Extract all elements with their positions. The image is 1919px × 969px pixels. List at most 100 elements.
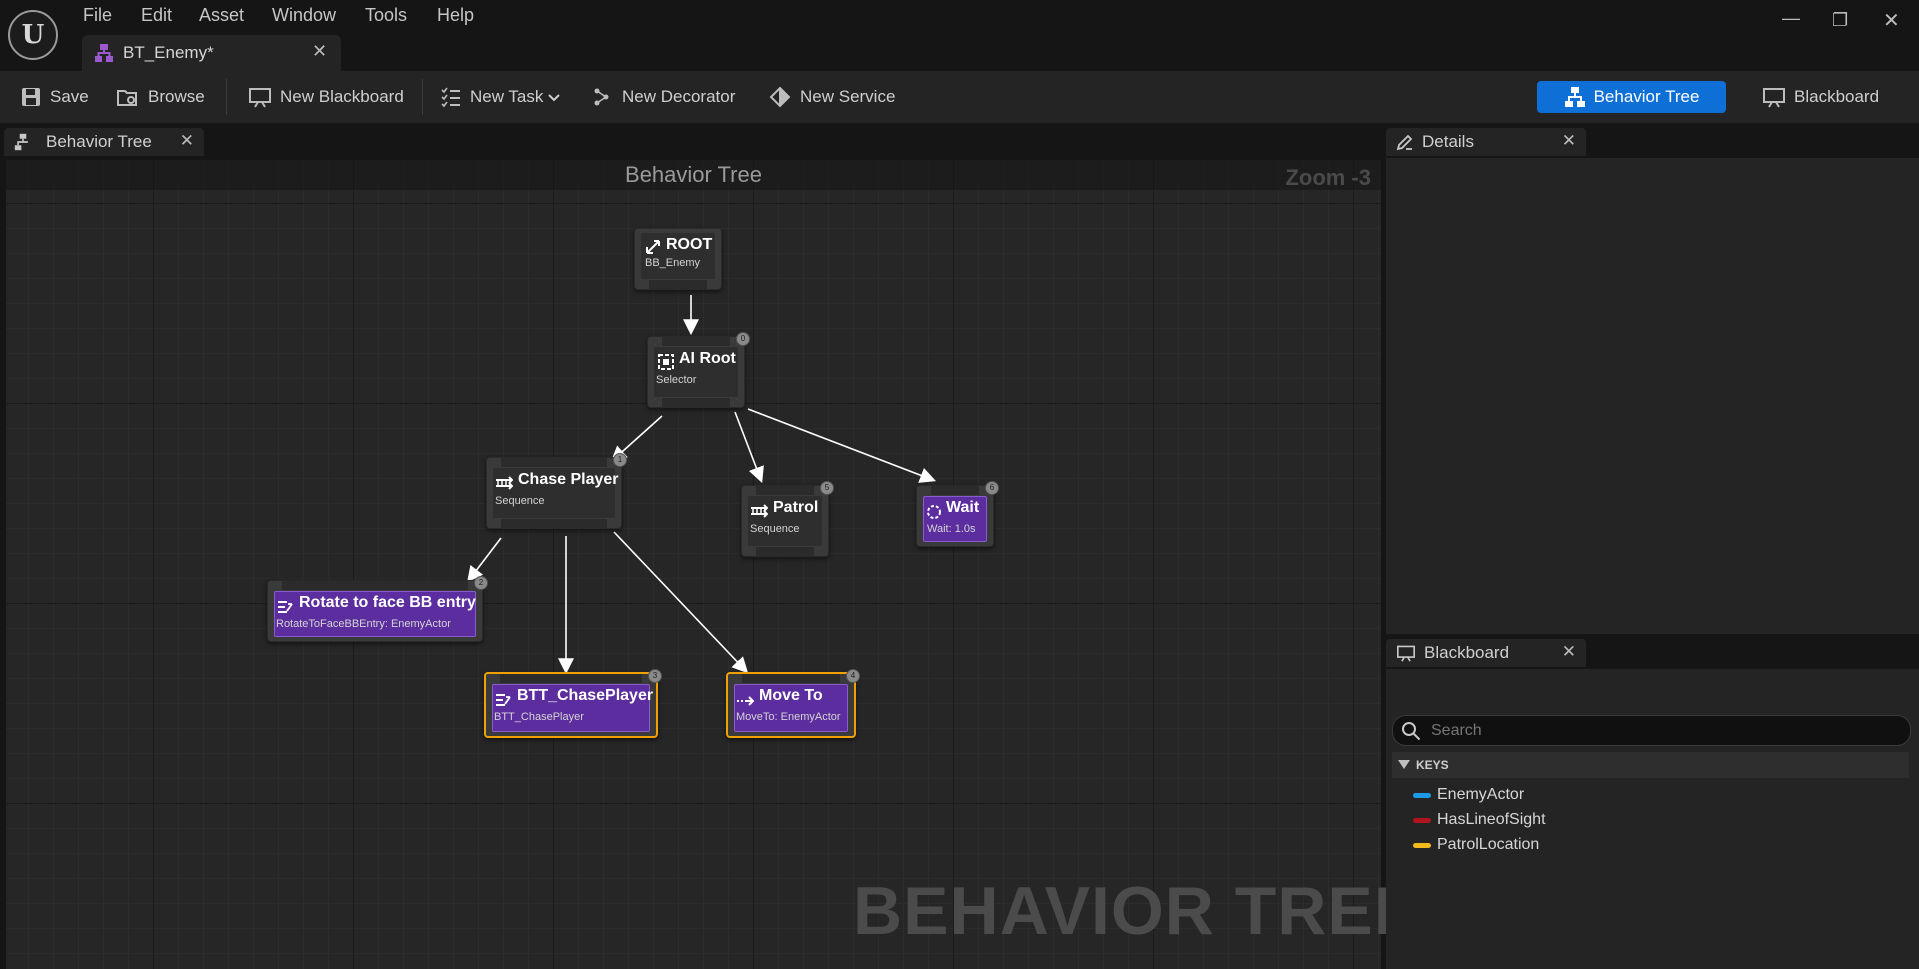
execution-index-badge: 0 — [736, 332, 750, 346]
restore-icon[interactable]: ❐ — [1832, 10, 1848, 31]
node-title: Rotate to face BB entry — [299, 594, 476, 611]
close-icon[interactable]: ✕ — [312, 41, 327, 62]
blackboard-key-row[interactable]: EnemyActor — [1413, 786, 1524, 804]
minimize-icon[interactable]: — — [1782, 8, 1800, 29]
blackboard-panel-tab[interactable]: Blackboard ✕ — [1386, 639, 1586, 667]
new-service-label: New Service — [800, 87, 896, 106]
connection-airoot-wait — [747, 408, 936, 483]
blackboard-search-input[interactable] — [1429, 720, 1873, 741]
search-icon — [1402, 721, 1421, 740]
node-subtitle: MoveTo: EnemyActor — [736, 711, 841, 723]
new-decorator-label: New Decorator — [622, 87, 736, 106]
task-list-icon — [441, 87, 460, 108]
close-icon[interactable]: ✕ — [1562, 131, 1576, 151]
wait-icon — [927, 505, 941, 519]
key-name: PatrolLocation — [1437, 836, 1540, 853]
blackboard-mode-button[interactable]: Blackboard — [1762, 81, 1879, 113]
task-icon — [496, 694, 511, 706]
new-task-button[interactable]: New Task — [440, 71, 569, 123]
menu-window[interactable]: Window — [272, 4, 336, 26]
execution-index-badge: 6 — [985, 481, 999, 495]
chase-player-node[interactable]: Chase Player Sequence 1 — [486, 453, 627, 529]
node-subtitle: RotateToFaceBBEntry: EnemyActor — [276, 618, 451, 630]
details-panel — [1386, 158, 1919, 634]
node-title: Patrol — [773, 499, 819, 516]
behavior-tree-graph[interactable]: ROOT BB_Enemy AI Root Selector 0 Chase P… — [6, 160, 1381, 969]
behavior-tree-asset-icon — [95, 44, 113, 62]
graph-header: Behavior Tree Zoom -3 — [6, 160, 1381, 190]
menu-asset[interactable]: Asset — [199, 4, 244, 26]
toolbar-divider — [422, 79, 423, 115]
graph-panel-tab-label: Behavior Tree — [46, 132, 152, 151]
service-icon — [769, 86, 791, 108]
connection-chase-rotate — [467, 537, 502, 583]
ai-root-node[interactable]: AI Root Selector 0 — [647, 332, 750, 408]
close-icon[interactable]: ✕ — [1562, 642, 1576, 662]
chevron-down-icon — [548, 94, 561, 102]
window-close-icon[interactable]: ✕ — [1883, 8, 1900, 33]
blackboard-icon — [249, 88, 271, 108]
new-blackboard-label: New Blackboard — [280, 87, 404, 106]
new-task-label: New Task — [470, 87, 544, 106]
unreal-logo-icon[interactable]: U — [8, 10, 58, 60]
execution-index-badge: 2 — [474, 576, 488, 590]
execution-index-badge: 5 — [820, 481, 834, 495]
new-blackboard-button[interactable]: New Blackboard — [248, 71, 404, 123]
node-title: Chase Player — [518, 471, 619, 488]
expand-arrow-icon — [1398, 760, 1410, 769]
blackboard-icon — [1397, 645, 1415, 662]
move-to-node[interactable]: Move To MoveTo: EnemyActor 4 — [726, 669, 860, 738]
key-name: HasLineofSight — [1437, 811, 1546, 828]
execution-index-badge: 1 — [613, 453, 627, 467]
graph-panel-tab[interactable]: Behavior Tree ✕ — [4, 128, 204, 156]
keys-header[interactable]: KEYS — [1392, 752, 1909, 778]
connection-airoot-patrol — [734, 411, 764, 483]
browse-label: Browse — [148, 87, 205, 106]
patrol-node[interactable]: Patrol Sequence 5 — [741, 481, 834, 557]
node-title: ROOT — [666, 236, 713, 253]
document-tab-label: BT_Enemy* — [123, 43, 214, 62]
browse-button[interactable]: Browse — [116, 71, 205, 123]
execution-index-badge: 4 — [846, 669, 860, 683]
behavior-tree-mode-button[interactable]: Behavior Tree — [1537, 81, 1726, 113]
behavior-tree-icon — [1564, 87, 1585, 107]
root-node[interactable]: ROOT BB_Enemy — [634, 228, 722, 290]
pencil-icon — [1396, 134, 1413, 151]
menu-help[interactable]: Help — [437, 4, 474, 26]
blackboard-key-row[interactable]: HasLineofSight — [1413, 811, 1546, 829]
blackboard-key-row[interactable]: PatrolLocation — [1413, 836, 1539, 854]
save-button[interactable]: Save — [20, 71, 89, 123]
task-icon — [278, 601, 293, 613]
node-title: BTT_ChasePlayer — [517, 687, 654, 704]
browse-folder-icon — [117, 90, 137, 106]
btt-chase-player-node[interactable]: BTT_ChasePlayer BTT_ChasePlayer 3 — [484, 669, 662, 738]
connection-chase-moveto — [613, 531, 749, 674]
behavior-tree-mode-label: Behavior Tree — [1593, 87, 1700, 106]
graph-title: Behavior Tree — [625, 162, 762, 187]
node-subtitle: Selector — [656, 374, 697, 386]
menu-edit[interactable]: Edit — [141, 4, 172, 26]
zoom-level: Zoom -3 — [1285, 165, 1371, 190]
details-panel-tab[interactable]: Details ✕ — [1386, 128, 1586, 156]
node-title: Wait — [946, 499, 980, 516]
key-name: EnemyActor — [1437, 786, 1525, 803]
menu-file[interactable]: File — [83, 4, 112, 26]
menu-tools[interactable]: Tools — [365, 4, 407, 26]
new-service-button[interactable]: New Service — [768, 71, 895, 123]
blackboard-panel-label: Blackboard — [1424, 643, 1510, 662]
wait-node[interactable]: Wait Wait: 1.0s 6 — [916, 481, 999, 547]
node-subtitle: BTT_ChasePlayer — [494, 711, 584, 723]
behavior-tree-icon — [14, 133, 28, 151]
key-type-swatch — [1413, 792, 1431, 798]
blackboard-icon — [1763, 88, 1785, 108]
document-tab[interactable]: BT_Enemy* ✕ — [82, 35, 341, 71]
rotate-to-face-node[interactable]: Rotate to face BB entry RotateToFaceBBEn… — [267, 576, 488, 642]
key-type-swatch — [1413, 817, 1431, 823]
close-icon[interactable]: ✕ — [180, 131, 194, 151]
root-icon — [646, 240, 660, 254]
node-title: AI Root — [679, 350, 736, 367]
key-type-swatch — [1413, 842, 1431, 848]
new-decorator-button[interactable]: New Decorator — [592, 71, 735, 123]
blackboard-search-box[interactable] — [1392, 715, 1911, 746]
sequence-icon — [751, 504, 768, 518]
